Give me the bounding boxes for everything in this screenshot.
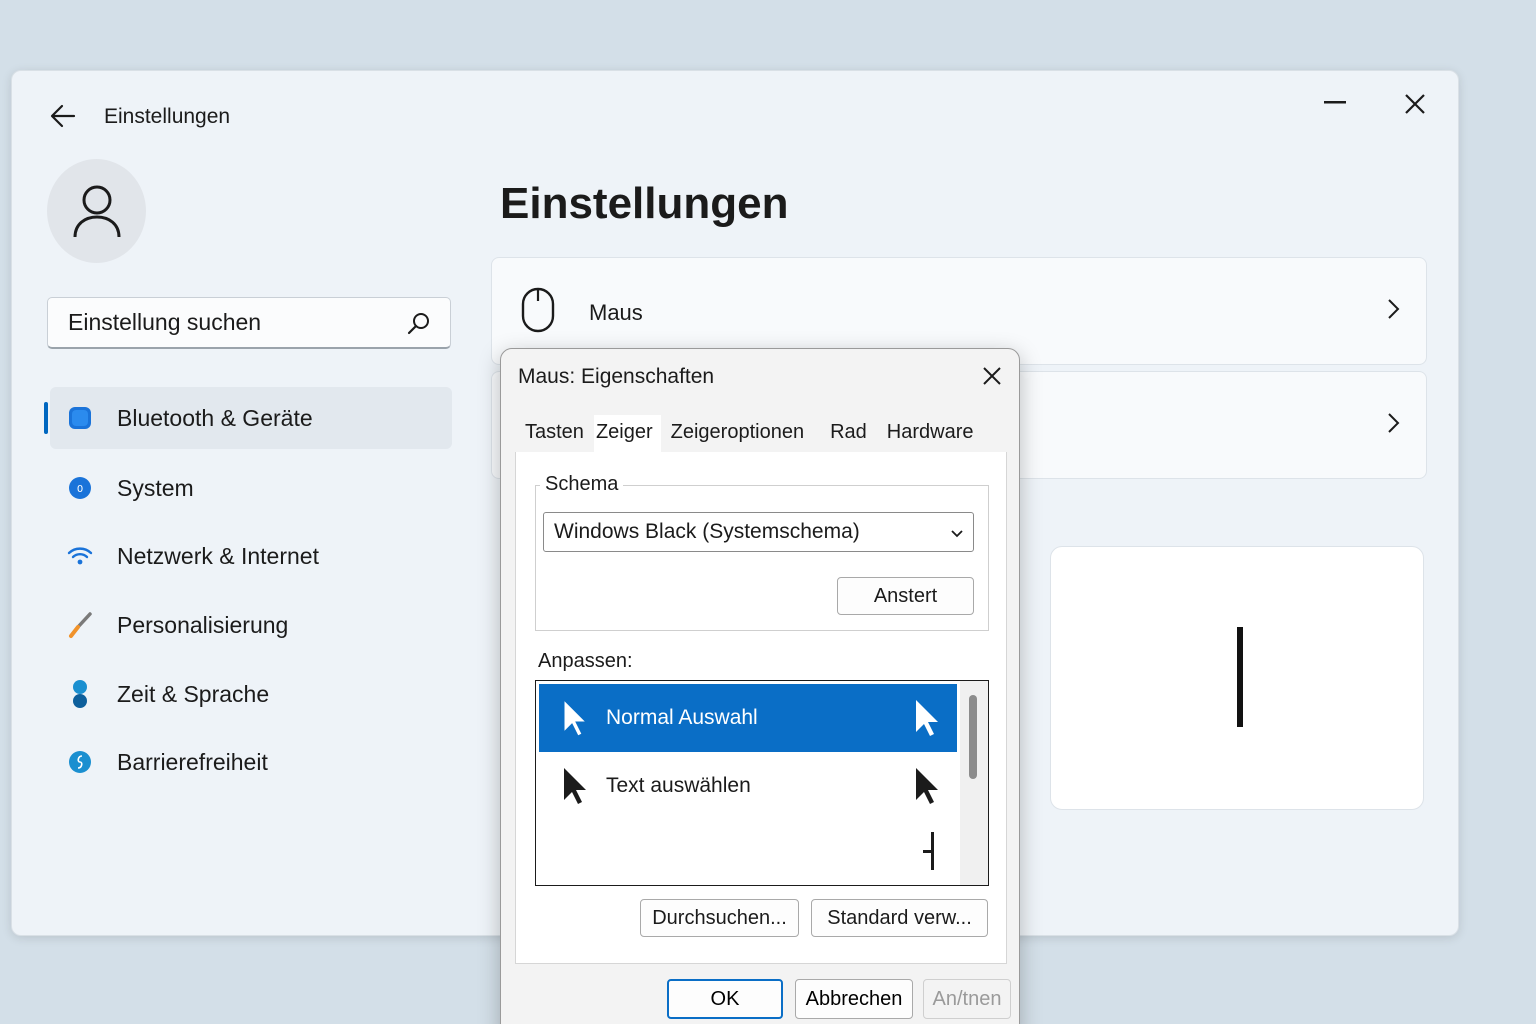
list-item[interactable] <box>539 820 957 885</box>
active-indicator <box>44 402 48 434</box>
customize-label: Anpassen: <box>538 650 633 672</box>
list-item[interactable]: Normal Auswahl <box>539 684 957 752</box>
schema-value-rest: (Systemschema) <box>696 520 860 543</box>
sidebar-item-label: Personalisierung <box>117 611 289 638</box>
accessibility-icon <box>66 748 94 776</box>
sidebar-item-system[interactable]: 0 System <box>50 457 452 519</box>
mouse-card-label: Maus <box>589 300 643 325</box>
sidebar-item-personalization[interactable]: Personalisierung <box>50 594 452 656</box>
dialog-close-button[interactable] <box>977 361 1007 391</box>
search-icon[interactable] <box>406 310 432 341</box>
sidebar-item-network[interactable]: Netzwerk & Internet <box>50 525 452 587</box>
tab-rad[interactable]: Rad <box>814 415 877 453</box>
mouse-properties-dialog: Maus: Eigenschaften Tasten Zeiger Zeiger… <box>500 348 1020 1024</box>
sidebar-item-label: System <box>117 474 194 501</box>
avatar[interactable] <box>47 159 146 263</box>
pointer-preview-card <box>1050 546 1424 810</box>
pointer-arrow-icon <box>561 698 588 743</box>
chevron-right-icon <box>1386 298 1400 325</box>
sidebar-item-time-language[interactable]: Zeit & Sprache <box>50 663 452 725</box>
sidebar-item-label: Zeit & Sprache <box>117 680 270 707</box>
search-box[interactable] <box>47 297 451 349</box>
close-icon <box>983 367 1001 385</box>
svg-text:0: 0 <box>77 484 83 495</box>
list-scrollbar[interactable] <box>960 681 988 885</box>
use-default-button[interactable]: Standard verw... <box>811 899 988 937</box>
page-title: Einstellungen <box>500 179 789 228</box>
sidebar-item-bluetooth[interactable]: Bluetooth & Geräte <box>44 387 452 449</box>
bluetooth-devices-icon <box>66 404 94 432</box>
back-button[interactable] <box>48 101 78 131</box>
list-item[interactable]: Text auswählen <box>539 752 957 820</box>
window-title: Einstellungen <box>104 105 231 128</box>
sidebar-item-label: Barrierefreiheit <box>117 748 268 775</box>
apply-button[interactable]: An/tnen <box>923 979 1011 1019</box>
pointer-arrow-black-icon <box>561 766 587 811</box>
user-icon <box>73 185 120 238</box>
sidebar-item-label: Netzwerk & Internet <box>117 542 319 569</box>
ok-button[interactable]: OK <box>667 979 783 1019</box>
sidebar-item-label: Bluetooth & Geräte <box>117 404 313 431</box>
schema-value-bold: Windows Black <box>554 520 697 543</box>
schema-label: Schema <box>540 473 624 496</box>
tab-zeigeroptionen[interactable]: Zeigeroptionen <box>661 415 814 453</box>
sidebar-item-accessibility[interactable]: Barrierefreiheit <box>50 731 452 793</box>
system-icon: 0 <box>66 474 94 502</box>
tab-tasten[interactable]: Tasten <box>515 415 594 453</box>
text-cursor-preview-icon <box>1237 627 1243 727</box>
chevron-down-icon <box>949 523 965 547</box>
wifi-icon <box>66 542 94 570</box>
brush-icon <box>66 611 94 639</box>
list-item-label: Text auswählen <box>606 774 751 797</box>
close-icon <box>1405 94 1425 114</box>
dialog-tabs: Tasten Zeiger Zeigeroptionen Rad Hardwar… <box>515 415 1007 453</box>
chevron-right-icon <box>1386 412 1400 439</box>
cancel-button[interactable]: Abbrechen <box>795 979 913 1019</box>
pointer-arrow-black-preview-icon <box>913 766 939 811</box>
time-language-icon <box>66 680 94 708</box>
tab-hardware[interactable]: Hardware <box>877 415 984 453</box>
list-item-label: Normal Auswahl <box>606 706 758 729</box>
search-input[interactable] <box>68 309 388 336</box>
schema-dropdown[interactable]: Windows Black (Systemschema) <box>543 512 974 552</box>
close-button[interactable] <box>1398 87 1432 121</box>
minimize-button[interactable] <box>1318 91 1352 115</box>
scrollbar-thumb[interactable] <box>969 695 977 779</box>
minimize-icon <box>1324 101 1346 104</box>
tab-panel: Schema Windows Black (Systemschema) Anst… <box>515 452 1007 964</box>
text-beam-preview-icon <box>921 832 937 877</box>
browse-button[interactable]: Durchsuchen... <box>640 899 799 937</box>
pointer-arrow-preview-icon <box>913 698 939 743</box>
schema-save-button[interactable]: Anstert <box>837 577 974 615</box>
pointer-list[interactable]: Normal Auswahl Text auswählen <box>535 680 989 886</box>
dialog-title: Maus: Eigenschaften <box>518 365 715 388</box>
back-arrow-icon <box>50 104 76 128</box>
mouse-icon <box>520 286 556 339</box>
tab-zeiger[interactable]: Zeiger <box>593 415 661 453</box>
